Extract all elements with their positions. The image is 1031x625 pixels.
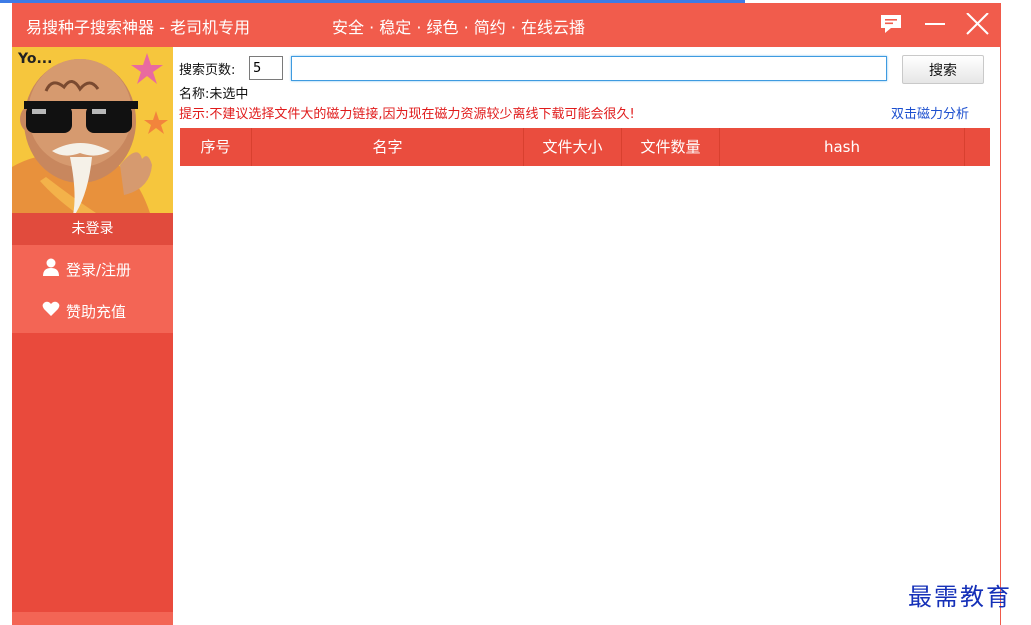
column-header-name[interactable]: 名字 <box>252 128 524 166</box>
column-header-hash[interactable]: hash <box>720 128 965 166</box>
search-button[interactable]: 搜索 <box>902 55 984 84</box>
column-header-filler <box>965 128 990 166</box>
login-status: 未登录 <box>12 213 173 245</box>
user-icon <box>43 258 59 276</box>
cartoon-avatar-image: Yo... <box>12 47 173 213</box>
feedback-button[interactable] <box>874 9 908 41</box>
avatar-text: Yo... <box>17 51 52 67</box>
pages-label: 搜索页数: <box>179 63 236 78</box>
column-header-index[interactable]: 序号 <box>180 128 252 166</box>
magnet-analysis-link[interactable]: 双击磁力分析 <box>891 103 969 122</box>
sidebar: Yo... 未登录 登录/注册 赞助充值 <box>12 47 173 625</box>
selected-name: 名称:未选中 <box>179 87 249 102</box>
app-window: 易搜种子搜索神器 - 老司机专用 安全 · 稳定 · 绿色 · 简约 · 在线云… <box>12 3 1001 625</box>
title-bar[interactable]: 易搜种子搜索神器 - 老司机专用 安全 · 稳定 · 绿色 · 简约 · 在线云… <box>12 3 1000 47</box>
close-button[interactable] <box>960 9 994 41</box>
close-icon <box>966 13 989 35</box>
heart-icon <box>42 301 60 316</box>
pages-input[interactable] <box>249 56 283 80</box>
chat-bubble-icon <box>881 15 901 33</box>
search-input[interactable] <box>291 56 887 81</box>
app-title: 易搜种子搜索神器 - 老司机专用 <box>26 18 250 37</box>
sidebar-menu: 登录/注册 赞助充值 <box>12 245 173 333</box>
avatar[interactable]: Yo... <box>12 47 173 213</box>
sidebar-item-sponsor-recharge[interactable]: 赞助充值 <box>12 290 173 330</box>
sidebar-item-label: 登录/注册 <box>66 261 132 279</box>
column-header-file-count[interactable]: 文件数量 <box>622 128 720 166</box>
app-tagline: 安全 · 稳定 · 绿色 · 简约 · 在线云播 <box>332 18 586 37</box>
minimize-button[interactable] <box>918 9 952 41</box>
column-header-size[interactable]: 文件大小 <box>524 128 622 166</box>
sidebar-item-login-register[interactable]: 登录/注册 <box>12 248 173 288</box>
watermark: 最需教育 <box>908 583 1012 611</box>
sidebar-item-label: 赞助充值 <box>66 303 127 321</box>
minimize-icon <box>925 23 945 25</box>
main-content: 搜索页数: 搜索 名称:未选中 提示:不建议选择文件大的磁力链接,因为现在磁力资… <box>173 47 1000 625</box>
sidebar-footer <box>12 612 173 625</box>
results-table: 序号 名字 文件大小 文件数量 hash <box>180 128 990 166</box>
warning-hint: 提示:不建议选择文件大的磁力链接,因为现在磁力资源较少离线下载可能会很久! <box>179 107 635 122</box>
